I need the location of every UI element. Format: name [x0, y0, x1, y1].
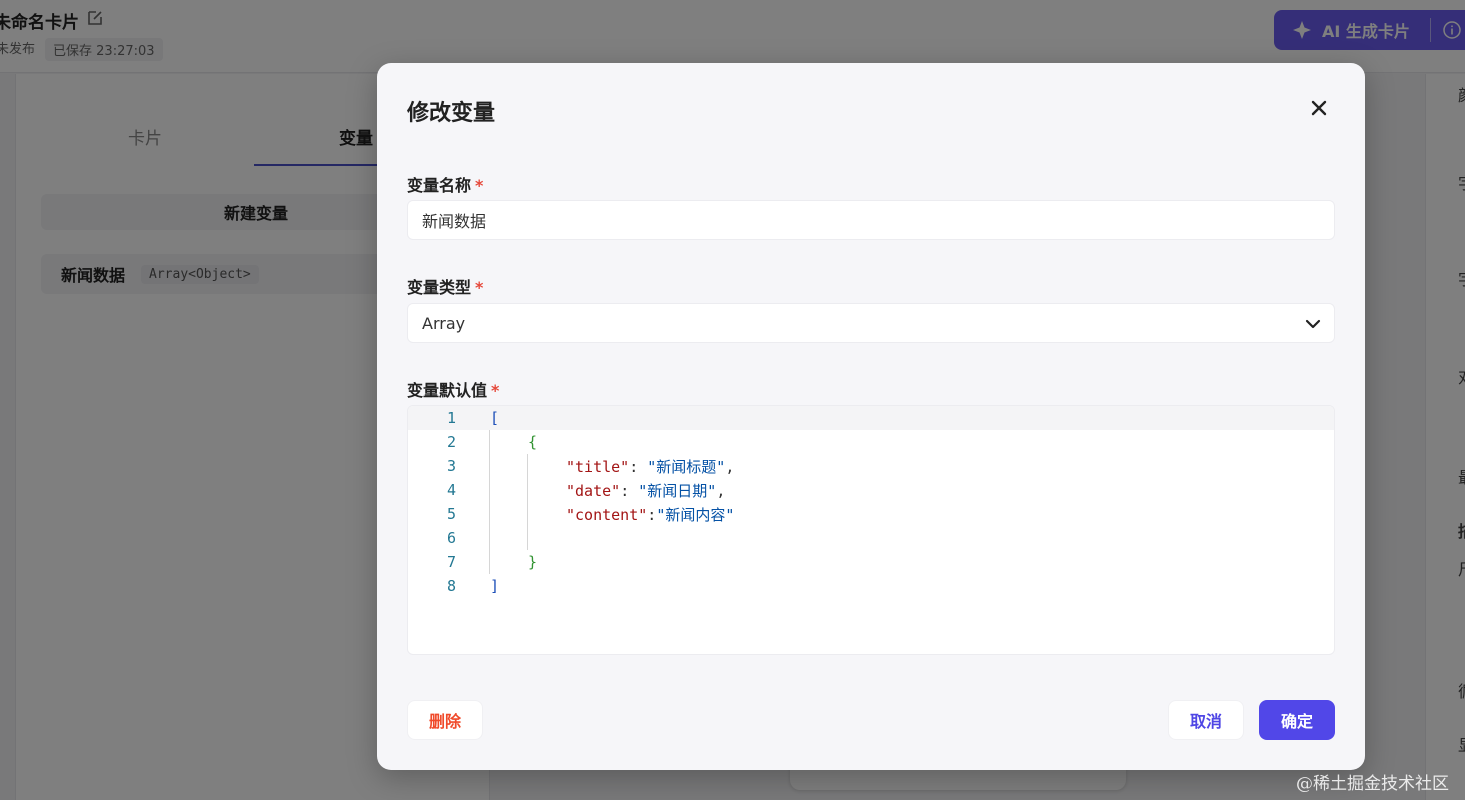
variable-default-label: 变量默认值 * [407, 377, 499, 401]
code-line: 1 [ [408, 406, 1334, 430]
code-line: 2 { [408, 430, 1334, 454]
default-value-code-editor[interactable]: 1 [ 2 { 3 "title": "新闻标题", 4 "date": "新闻… [407, 405, 1335, 655]
required-mark: * [475, 278, 484, 297]
line-number: 2 [446, 433, 456, 451]
line-number: 8 [446, 577, 456, 595]
json-key: "date" [566, 481, 621, 500]
required-mark: * [491, 381, 500, 400]
indent-guide [527, 454, 528, 550]
close-icon[interactable] [1307, 96, 1331, 120]
cancel-button[interactable]: 取消 [1168, 700, 1244, 740]
code-token: ] [490, 577, 500, 595]
variable-name-label: 变量名称 * [407, 172, 483, 196]
variable-type-label: 变量类型 * [407, 274, 483, 298]
line-number: 5 [446, 505, 456, 523]
variable-type-value: Array [422, 313, 466, 333]
line-number: 3 [446, 457, 456, 475]
code-line: 7 } [408, 550, 1334, 574]
json-colon: : [647, 505, 657, 524]
variable-default-label-text: 变量默认值 [407, 381, 488, 400]
edit-variable-dialog: 修改变量 变量名称* 变量类型* Array 变量默认值* 1 [ 2 { 3 … [377, 63, 1365, 770]
code-token: } [528, 553, 538, 571]
json-string: "新闻标题" [647, 457, 726, 476]
line-number: 6 [446, 529, 456, 547]
code-line: 4 "date": "新闻日期", [408, 478, 1334, 502]
watermark: @稀土掘金技术社区 [1296, 774, 1449, 794]
json-colon: : [620, 481, 639, 500]
dialog-title: 修改变量 [407, 101, 496, 126]
chevron-down-icon [1305, 319, 1321, 329]
delete-button[interactable]: 删除 [407, 700, 483, 740]
variable-type-select[interactable]: Array [407, 303, 1335, 343]
required-mark: * [475, 176, 484, 195]
json-key: "title" [566, 457, 630, 476]
json-string: "新闻日期" [638, 481, 717, 500]
variable-name-label-text: 变量名称 [407, 176, 472, 195]
variable-name-input[interactable] [407, 200, 1335, 240]
json-comma: , [716, 481, 726, 500]
json-colon: : [629, 457, 648, 476]
line-number: 4 [446, 481, 456, 499]
json-key: "content" [566, 505, 648, 524]
variable-type-label-text: 变量类型 [407, 278, 472, 297]
confirm-button[interactable]: 确定 [1259, 700, 1335, 740]
code-text: "date": "新闻日期", [566, 480, 725, 501]
indent-guide [489, 430, 490, 574]
code-text: "title": "新闻标题", [566, 456, 734, 477]
code-line: 3 "title": "新闻标题", [408, 454, 1334, 478]
code-token: [ [490, 409, 500, 427]
code-line: 8 ] [408, 574, 1334, 598]
code-line: 5 "content":"新闻内容" [408, 502, 1334, 526]
code-line: 6 [408, 526, 1334, 550]
json-string: "新闻内容" [656, 505, 735, 524]
line-number: 7 [446, 553, 456, 571]
json-comma: , [725, 457, 735, 476]
line-number: 1 [446, 409, 456, 427]
code-token: { [528, 433, 538, 451]
code-text: "content":"新闻内容" [566, 504, 734, 525]
